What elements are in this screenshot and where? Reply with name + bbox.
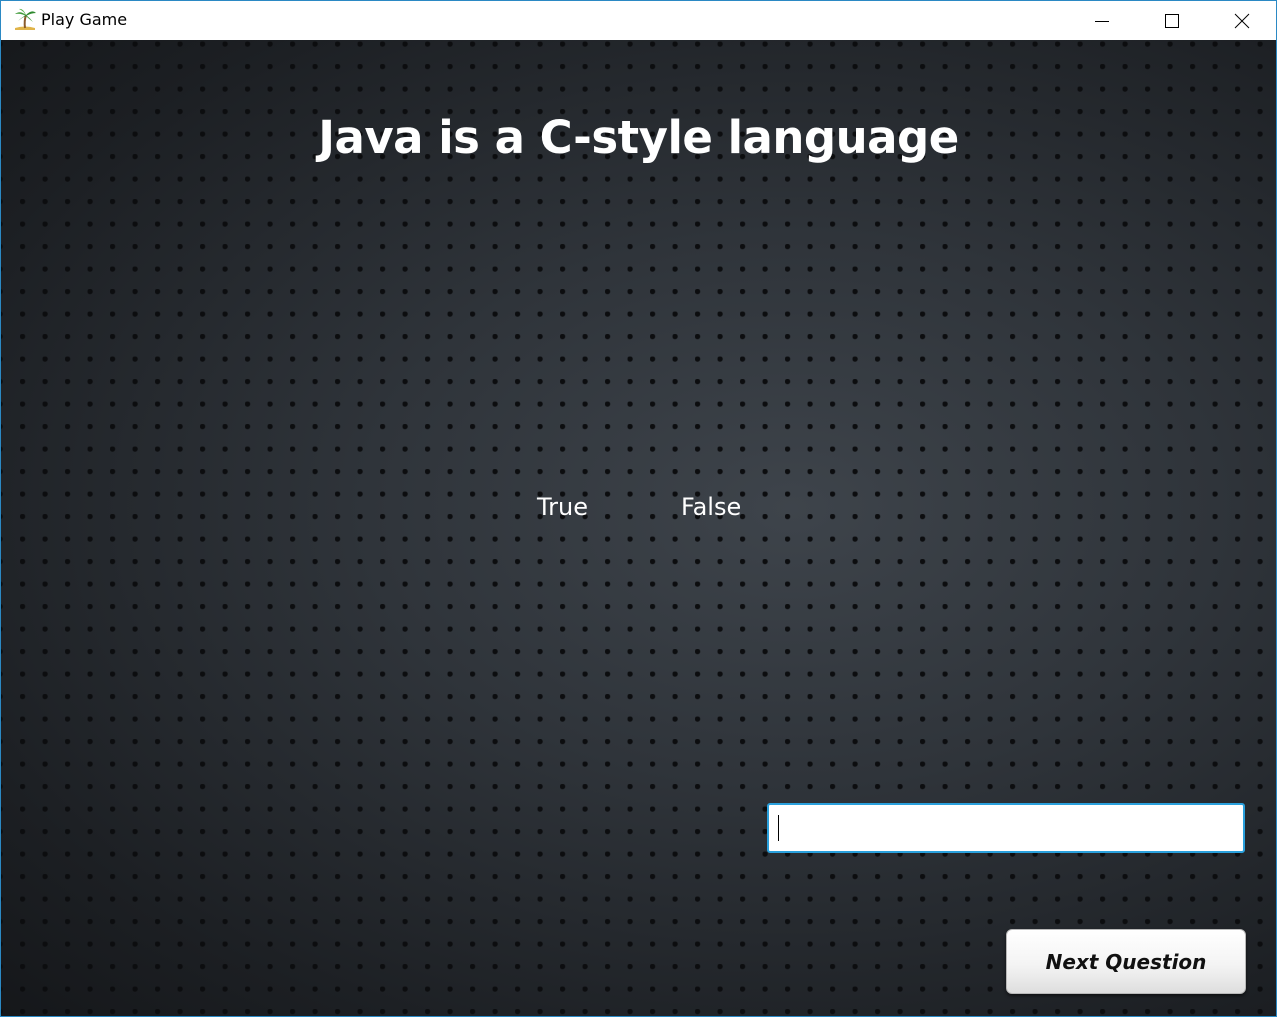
game-area: Java is a C-style language True False Ne…	[1, 40, 1276, 1016]
option-true[interactable]: True	[537, 492, 588, 522]
text-cursor	[778, 815, 779, 841]
play-game-window: Play Game Java is a C-style language Tru…	[0, 0, 1277, 1017]
option-false[interactable]: False	[681, 492, 741, 522]
title-bar[interactable]: Play Game	[1, 1, 1276, 40]
close-button[interactable]	[1219, 1, 1265, 40]
next-question-button[interactable]: Next Question	[1006, 929, 1246, 994]
minimize-button[interactable]	[1079, 1, 1125, 40]
close-icon	[1234, 13, 1250, 28]
maximize-button[interactable]	[1149, 1, 1195, 40]
question-text: Java is a C-style language	[318, 111, 959, 164]
palm-tree-icon	[13, 8, 37, 30]
maximize-icon	[1165, 13, 1179, 28]
window-title: Play Game	[41, 10, 128, 29]
minimize-icon	[1095, 20, 1109, 22]
answer-input[interactable]	[767, 803, 1245, 853]
